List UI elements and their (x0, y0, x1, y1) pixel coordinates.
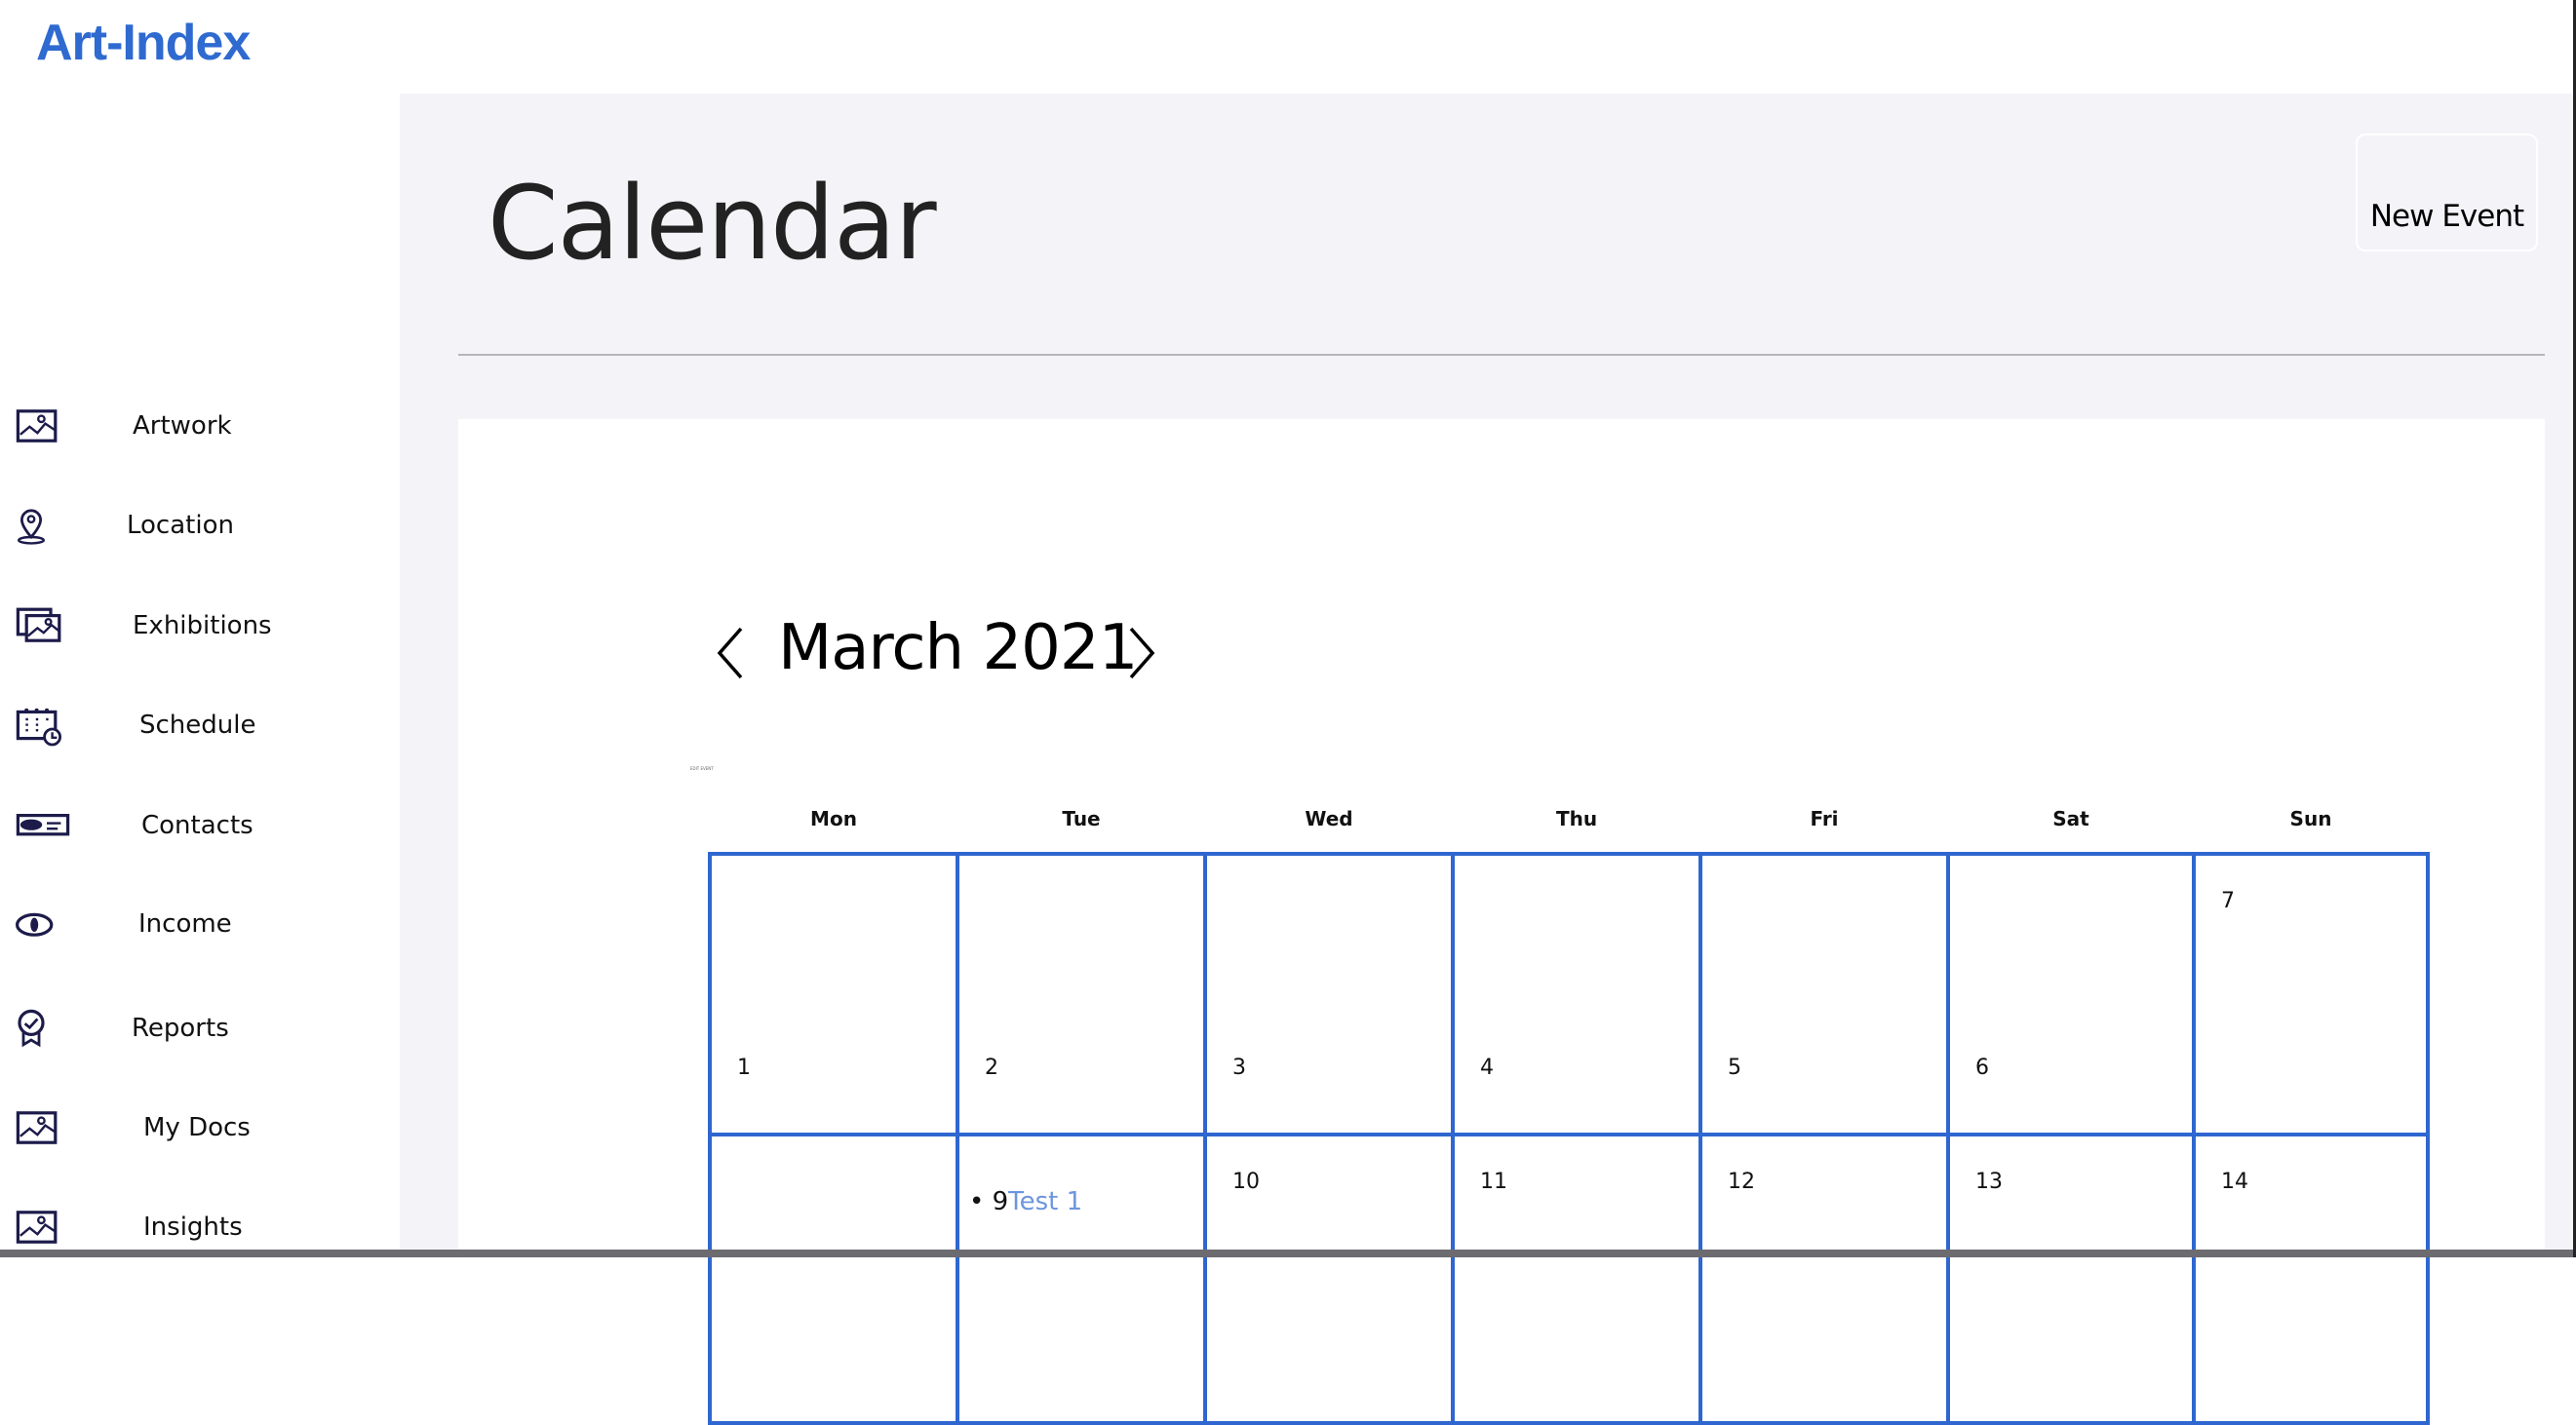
calendar-day-cell[interactable]: 4 (1451, 852, 1702, 1136)
calendar-day-cell[interactable]: 11 (1451, 1133, 1702, 1425)
sidebar-item-contacts[interactable]: Contacts (0, 793, 390, 862)
day-number: 1 (737, 1056, 751, 1080)
sidebar-item-schedule[interactable]: Schedule (0, 693, 390, 761)
day-number: 10 (1232, 1170, 1260, 1194)
event-list-item: • 9Test 1 (969, 1187, 1083, 1216)
day-number: 6 (1975, 1056, 1989, 1080)
day-number: 4 (1480, 1056, 1494, 1080)
day-number: 3 (1232, 1056, 1246, 1080)
next-month-chevron-icon[interactable] (1121, 624, 1160, 682)
sidebar-item-label: Insights (143, 1213, 243, 1242)
day-number: 12 (1728, 1170, 1755, 1194)
images-icon (16, 607, 61, 642)
prev-month-chevron-icon[interactable] (712, 624, 751, 682)
award-check-icon (18, 1009, 45, 1048)
sidebar-item-exhibitions[interactable]: Exhibitions (0, 594, 390, 662)
sidebar-item-label: Artwork (133, 411, 232, 441)
calendar-day-cell[interactable]: 1 (708, 852, 959, 1136)
map-pin-icon (18, 509, 45, 545)
calendar-day-cell[interactable] (708, 1133, 959, 1425)
calendar-day-cell[interactable]: 6 (1946, 852, 2196, 1136)
weekday-tue: Tue (1062, 807, 1101, 830)
calendar-day-cell[interactable]: 2 (956, 852, 1207, 1136)
sidebar-item-label: Income (138, 909, 232, 939)
sidebar-item-label: Location (127, 511, 234, 540)
day-number: 13 (1975, 1170, 2003, 1194)
dollar-coin-icon (16, 912, 54, 937)
weekday-sat: Sat (2052, 807, 2089, 830)
day-number: 5 (1728, 1056, 1741, 1080)
sidebar-item-label: Exhibitions (133, 611, 272, 640)
sidebar-item-label: My Docs (143, 1113, 251, 1142)
window-bottom-edge (0, 1250, 2576, 1257)
image-icon (16, 1211, 58, 1244)
sidebar-item-label: Schedule (139, 711, 256, 740)
weekday-thu: Thu (1555, 807, 1598, 830)
sidebar-item-artwork[interactable]: Artwork (0, 394, 390, 462)
calendar-day-cell[interactable]: 5 (1698, 852, 1950, 1136)
calendar-day-cell[interactable]: • 9Test 1 (956, 1133, 1207, 1425)
edit-event-link[interactable]: EDIT EVENT (690, 766, 714, 771)
id-card-icon (16, 814, 70, 836)
weekday-fri: Fri (1810, 807, 1839, 830)
sidebar-item-location[interactable]: Location (0, 493, 390, 561)
sidebar-item-my-docs[interactable]: My Docs (0, 1096, 390, 1164)
day-number: 11 (1480, 1170, 1507, 1194)
day-number: 7 (2221, 889, 2235, 913)
image-icon (16, 1111, 58, 1144)
calendar-day-cell[interactable]: 14 (2192, 1133, 2430, 1425)
calendar-clock-icon (16, 708, 61, 747)
month-label: March 2021 (778, 612, 1138, 684)
day-number: 14 (2221, 1170, 2248, 1194)
day-number: 2 (985, 1056, 998, 1080)
calendar-day-cell[interactable]: 13 (1946, 1133, 2196, 1425)
divider (458, 354, 2545, 356)
weekday-wed: Wed (1305, 807, 1353, 830)
calendar-day-cell[interactable]: 12 (1698, 1133, 1950, 1425)
weekday-mon: Mon (810, 807, 857, 830)
event-link[interactable]: Test 1 (1008, 1187, 1082, 1216)
calendar-day-cell[interactable]: 7 (2192, 852, 2430, 1136)
new-event-button[interactable]: New Event (2356, 134, 2538, 251)
calendar-day-cell[interactable]: 10 (1203, 1133, 1455, 1425)
calendar-day-cell[interactable]: 3 (1203, 852, 1455, 1136)
page-title: Calendar (488, 164, 937, 283)
day-number: 9 (992, 1187, 1009, 1216)
sidebar-item-income[interactable]: Income (0, 892, 390, 960)
app-logo[interactable]: Art-Index (36, 14, 251, 72)
weekday-sun: Sun (2289, 807, 2332, 830)
sidebar-item-reports[interactable]: Reports (0, 996, 390, 1064)
image-icon (16, 409, 58, 443)
sidebar-item-label: Reports (132, 1014, 229, 1043)
sidebar-item-label: Contacts (141, 811, 254, 840)
